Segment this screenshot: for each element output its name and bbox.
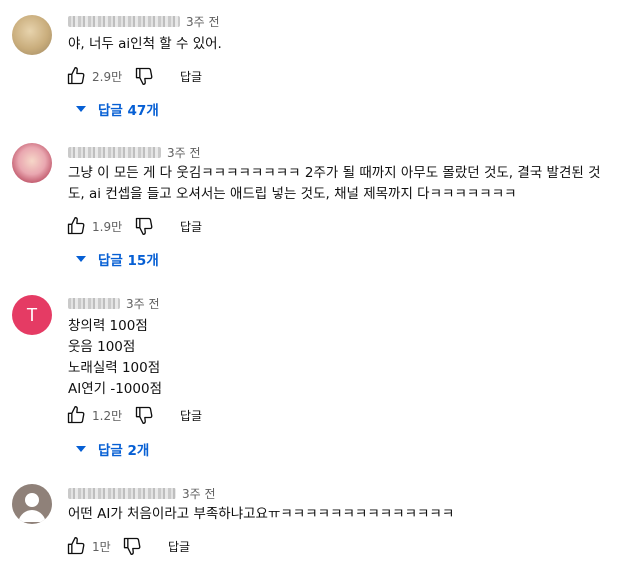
reply-button[interactable]: 답글 [180,218,202,235]
thumb-down-icon[interactable] [122,536,142,556]
view-replies-button[interactable]: 답글 15개 [76,249,159,269]
default-avatar-icon [18,493,46,522]
comment-line: 웃음 100점 [68,339,136,355]
comment-actions: 1만 답글 [66,534,190,558]
comment-line: 어떤 AI가 처음이라고 부족하냐고요ㅠㅋㅋㅋㅋㅋㅋㅋㅋㅋㅋㅋㅋㅋㅋ [68,506,455,522]
comment-text: 어떤 AI가 처음이라고 부족하냐고요ㅠㅋㅋㅋㅋㅋㅋㅋㅋㅋㅋㅋㅋㅋㅋ [68,504,454,525]
reply-button[interactable]: 답글 [168,538,190,555]
thumb-down-icon[interactable] [134,66,154,86]
caret-down-icon [76,446,86,452]
comment-actions: 1.9만 답글 [66,214,202,238]
caret-down-icon [76,256,86,262]
comment-time[interactable]: 3주 전 [186,13,220,30]
avatar[interactable] [12,15,52,55]
thumb-down-icon[interactable] [134,216,154,236]
view-replies-button[interactable]: 답글 2개 [76,439,149,459]
comment-header: 3주 전 [68,143,201,161]
like-count: 2.9만 [92,69,123,84]
comment-actions: 1.2만 답글 [66,403,202,427]
comment-header: 3주 전 [68,484,216,502]
comment-line: 창의력 100점 [68,318,148,334]
replies-label: 답글 15개 [98,253,159,269]
author-handle[interactable] [68,297,120,309]
replies-label: 답글 2개 [98,443,150,459]
like-count: 1.9만 [92,219,123,234]
author-handle[interactable] [68,487,176,499]
author-handle[interactable] [68,15,180,27]
reply-button[interactable]: 답글 [180,68,202,85]
avatar-letter: T [26,304,38,325]
view-replies-button[interactable]: 답글 47개 [76,99,159,119]
like-count: 1.2만 [92,408,123,423]
thumb-up-icon[interactable] [66,536,86,556]
comment-header: 3주 전 [68,12,220,30]
comment-header: 3주 전 [68,294,160,312]
thumb-up-icon[interactable] [66,66,86,86]
comment-time[interactable]: 3주 전 [167,144,201,161]
comment-line: 도, ai 컨셉을 들고 오셔서는 애드립 넣는 것도, 채널 제목까지 다ㅋㅋ… [68,186,517,202]
caret-down-icon [76,106,86,112]
author-handle[interactable] [68,146,161,158]
comment-text: 창의력 100점 웃음 100점 노래실력 100점 AI연기 -1000점 [68,316,162,400]
comment-text: 야, 너두 ai인척 할 수 있어. [68,34,222,55]
avatar[interactable] [12,143,52,183]
avatar[interactable] [12,484,52,524]
comment-line: 야, 너두 ai인척 할 수 있어. [68,36,222,52]
comment-time[interactable]: 3주 전 [182,485,216,502]
comment-line: AI연기 -1000점 [68,381,162,397]
replies-label: 답글 47개 [98,103,159,119]
thumb-down-icon[interactable] [134,405,154,425]
comment-actions: 2.9만 답글 [66,64,202,88]
like-count: 1만 [92,539,111,554]
comment-text: 그냥 이 모든 게 다 웃김ㅋㅋㅋㅋㅋㅋㅋㅋ 2주가 될 때까지 아무도 몰랐던… [68,163,601,205]
reply-button[interactable]: 답글 [180,407,202,424]
comment-time[interactable]: 3주 전 [126,295,160,312]
comment-line: 노래실력 100점 [68,360,161,376]
thumb-up-icon[interactable] [66,405,86,425]
avatar[interactable]: T [12,295,52,335]
comment-line: 그냥 이 모든 게 다 웃김ㅋㅋㅋㅋㅋㅋㅋㅋ 2주가 될 때까지 아무도 몰랐던… [68,165,601,181]
thumb-up-icon[interactable] [66,216,86,236]
